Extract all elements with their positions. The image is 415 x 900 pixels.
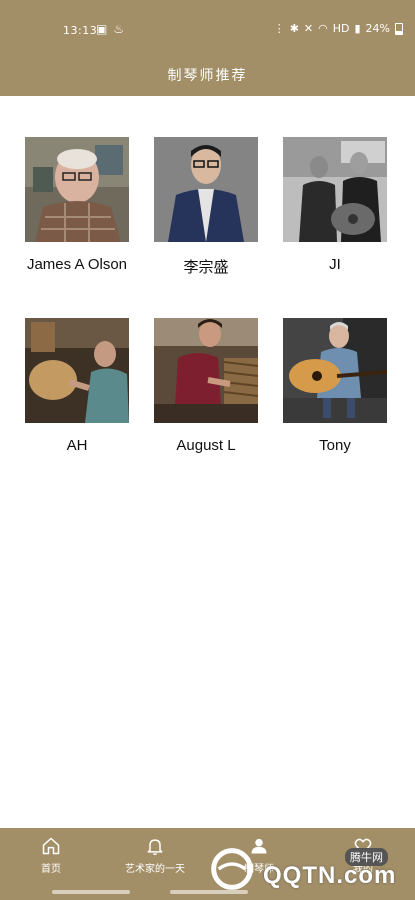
page-title: 制琴师推荐 — [167, 68, 248, 84]
title-bar: 制琴师推荐 — [0, 58, 415, 96]
tab-label: 制琴师 — [244, 864, 274, 875]
app-notification-icon: ♨ — [113, 22, 125, 36]
luthier-grid: James A Olson 李宗盛 JI AH August L Tony — [0, 96, 415, 828]
luthier-name: August L — [176, 437, 236, 454]
vibrate-icon: ⋮ — [273, 22, 285, 35]
luthier-card-august-l[interactable]: August L — [154, 318, 258, 454]
luthier-card-tony[interactable]: Tony — [283, 318, 387, 454]
luthier-name: JI — [329, 256, 341, 273]
status-time: 13:13 — [63, 24, 98, 37]
network-type: HD — [332, 22, 350, 35]
luthier-photo — [154, 318, 258, 423]
luthier-card-ah[interactable]: AH — [25, 318, 129, 454]
luthier-card-ji[interactable]: JI — [283, 137, 387, 273]
bell-icon — [147, 839, 163, 855]
luthier-name: Tony — [319, 437, 351, 454]
tab-artist-day[interactable]: 艺术家的一天 — [110, 836, 200, 875]
luthier-photo — [283, 318, 387, 423]
luthier-photo — [25, 137, 129, 242]
signal-icon: ▮ — [354, 22, 361, 35]
battery-icon — [395, 22, 403, 35]
status-bar: 13:13 ▣ ♨ ⋮ ✱ ✕ ◠ HD ▮ 24% — [0, 0, 415, 58]
tab-label: 我的 — [353, 864, 373, 875]
nav-gesture-pill[interactable] — [52, 890, 130, 894]
luthier-card-james-a-olson[interactable]: James A Olson — [25, 137, 129, 273]
bluetooth-icon: ✱ — [289, 22, 299, 35]
tab-label: 艺术家的一天 — [125, 864, 185, 875]
luthier-photo — [25, 318, 129, 423]
tab-label: 首页 — [41, 864, 61, 875]
mute-icon: ✕ — [303, 22, 314, 35]
luthier-name: James A Olson — [26, 256, 128, 273]
luthier-name: AH — [66, 437, 88, 454]
tab-luthier[interactable]: 制琴师 — [214, 836, 304, 875]
luthier-card-li-zongsheng[interactable]: 李宗盛 — [154, 137, 258, 277]
wifi-icon: ◠ — [318, 22, 328, 35]
tab-home[interactable]: 首页 — [6, 836, 96, 875]
luthier-name: 李宗盛 — [183, 259, 229, 276]
status-right-icons: ⋮ ✱ ✕ ◠ HD ▮ 24% — [274, 22, 403, 35]
home-icon — [42, 837, 60, 855]
tab-mine[interactable]: 我的 — [318, 836, 408, 875]
luthier-photo — [283, 137, 387, 242]
person-icon — [251, 838, 267, 854]
battery-level: 24% — [365, 22, 390, 35]
image-icon: ▣ — [96, 22, 108, 36]
system-nav-bar — [0, 884, 415, 900]
status-notification-icons: ▣ ♨ — [96, 22, 124, 36]
nav-gesture-pill[interactable] — [170, 890, 248, 894]
bottom-tab-bar: 首页 艺术家的一天 制琴师 我的 — [0, 828, 415, 884]
heart-icon — [354, 838, 372, 854]
luthier-photo — [154, 137, 258, 242]
